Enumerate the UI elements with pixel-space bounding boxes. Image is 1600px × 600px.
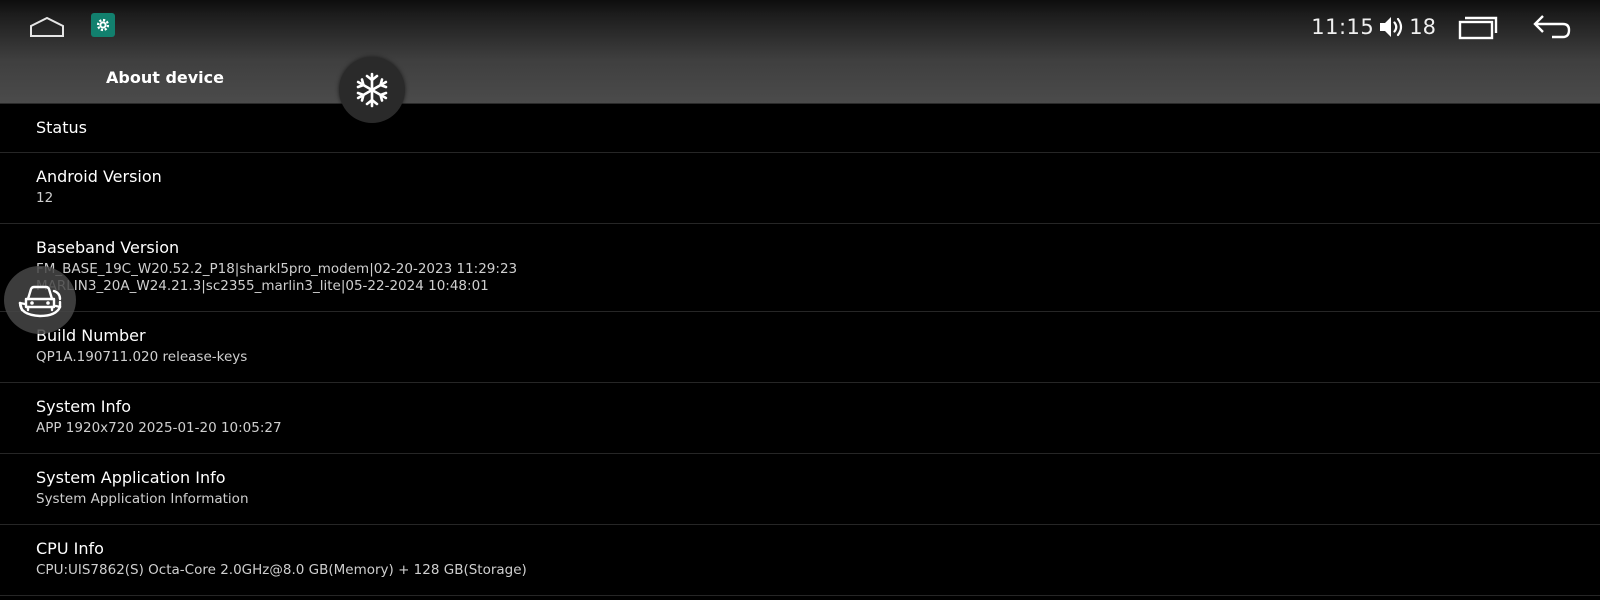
list-item-title: Status: [36, 118, 87, 137]
top-bar: 11:15 18 About device: [0, 0, 1600, 104]
volume-level: 18: [1409, 15, 1436, 39]
car-rotate-icon: [18, 285, 62, 318]
list-item-value: CPU:UIS7862(S) Octa-Core 2.0GHz@8.0 GB(M…: [36, 562, 527, 578]
snowflake-icon: [356, 72, 388, 108]
clock: 11:15: [1311, 15, 1375, 39]
home-icon: [30, 16, 64, 37]
list-item-baseband-version[interactable]: Baseband Version FM_BASE_19C_W20.52.2_P1…: [0, 224, 1600, 312]
list-item-value: MARLIN3_20A_W24.21.3|sc2355_marlin3_lite…: [36, 278, 489, 294]
recents-button[interactable]: [1456, 12, 1500, 42]
status-area: 11:15 18: [1311, 10, 1574, 44]
list-item-title: Android Version: [36, 167, 162, 186]
recents-icon: [1458, 16, 1498, 40]
list-item-value: QP1A.190711.020 release-keys: [36, 349, 248, 365]
home-button[interactable]: [24, 10, 70, 44]
list-item-cpu-info[interactable]: CPU Info CPU:UIS7862(S) Octa-Core 2.0GHz…: [0, 525, 1600, 596]
list-item-title: System Info: [36, 397, 132, 416]
list-item-value: FM_BASE_19C_W20.52.2_P18|sharkl5pro_mode…: [36, 261, 518, 277]
list-item-title: Build Number: [36, 326, 146, 345]
list-item-android-version[interactable]: Android Version 12: [0, 153, 1600, 224]
list-item-build-number[interactable]: Build Number QP1A.190711.020 release-key…: [0, 312, 1600, 383]
list-item-system-application-info[interactable]: System Application Info System Applicati…: [0, 454, 1600, 525]
volume-button[interactable]: [1378, 14, 1406, 40]
freeze-button[interactable]: [339, 57, 405, 123]
back-button[interactable]: [1530, 12, 1574, 42]
page-title: About device: [106, 68, 224, 87]
back-arrow-icon: [1533, 15, 1571, 39]
list-item-value: APP 1920x720 2025-01-20 10:05:27: [36, 420, 282, 436]
list-item-system-info[interactable]: System Info APP 1920x720 2025-01-20 10:0…: [0, 383, 1600, 454]
list-item-value: 12: [36, 190, 54, 206]
settings-list: Status Android Version 12 Baseband Versi…: [0, 104, 1600, 596]
list-item-title: System Application Info: [36, 468, 226, 487]
settings-app-icon[interactable]: [91, 13, 115, 37]
list-item-title: Baseband Version: [36, 238, 180, 257]
list-item-status[interactable]: Status: [0, 104, 1600, 153]
list-item-title: CPU Info: [36, 539, 104, 558]
car-camera-float-button[interactable]: [4, 266, 76, 334]
list-item-value: System Application Information: [36, 491, 249, 507]
settings-gear-icon: [96, 18, 110, 32]
volume-icon: [1380, 17, 1403, 37]
